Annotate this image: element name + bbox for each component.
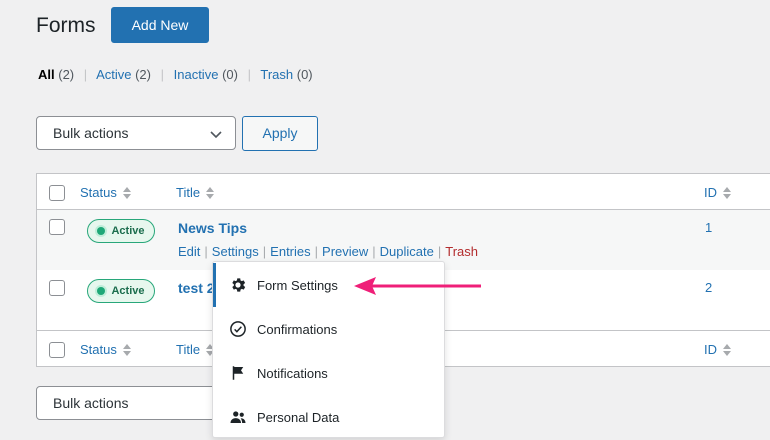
filter-separator: | [160, 67, 164, 82]
bulk-actions-label: Bulk actions [53, 395, 129, 411]
table-header: Status Title ID [37, 174, 770, 210]
apply-button[interactable]: Apply [242, 116, 318, 151]
title-column-header[interactable]: Title [176, 342, 215, 357]
form-title-link[interactable]: News Tips [178, 220, 247, 236]
menu-item-label: Notifications [257, 365, 328, 381]
id-column-label: ID [704, 185, 717, 200]
menu-item-label: Confirmations [257, 321, 338, 337]
title-column-label: Title [176, 342, 201, 357]
chevron-down-icon [210, 131, 222, 139]
action-separator: | [204, 244, 208, 259]
id-column-header[interactable]: ID [704, 342, 731, 357]
status-filter-links: All (2) | Active (2) | Inactive (0) | Tr… [38, 67, 313, 82]
bulk-actions-label: Bulk actions [53, 125, 129, 141]
filter-trash-count: (0) [296, 67, 313, 82]
row-actions: Edit | Settings | Entries | Preview | Duplicate |… [178, 244, 478, 259]
select-all-checkbox[interactable] [49, 185, 65, 201]
preview-link[interactable]: Preview [322, 244, 368, 259]
status-badge-label: Active [111, 225, 145, 237]
filter-inactive-link[interactable]: Inactive [174, 67, 219, 82]
entries-link[interactable]: Entries [270, 244, 310, 259]
status-column-label: Status [80, 342, 117, 357]
filter-all-count: (2) [58, 67, 75, 82]
bulk-actions-select-top[interactable]: Bulk actions [36, 116, 236, 150]
filter-inactive-count: (0) [222, 67, 238, 82]
settings-link[interactable]: Settings [212, 244, 259, 259]
page-title: Forms [36, 14, 96, 37]
status-badge-label: Active [111, 285, 145, 297]
add-new-button[interactable]: Add New [111, 7, 209, 43]
menu-item-personal-data[interactable]: Personal Data [213, 395, 444, 439]
action-separator: | [437, 244, 442, 259]
id-column-label: ID [704, 342, 717, 357]
form-id-link[interactable]: 2 [705, 280, 712, 295]
menu-item-label: Form Settings [257, 277, 338, 293]
filter-trash-link[interactable]: Trash [260, 67, 293, 82]
edit-link[interactable]: Edit [178, 244, 200, 259]
filter-separator: | [83, 67, 88, 82]
flag-icon [232, 366, 244, 380]
sort-icon [122, 343, 131, 357]
action-separator: | [262, 244, 267, 259]
users-icon [230, 411, 246, 423]
check-circle-icon [230, 321, 246, 337]
status-badge[interactable]: Active [87, 219, 155, 243]
title-column-header[interactable]: Title [176, 185, 215, 200]
form-id-link[interactable]: 1 [705, 220, 712, 235]
row-checkbox[interactable] [49, 280, 65, 296]
gear-icon [232, 278, 246, 292]
status-column-header[interactable]: Status [80, 185, 131, 200]
filter-active-link[interactable]: Active [96, 67, 131, 82]
title-column-label: Title [176, 185, 201, 200]
form-title-link[interactable]: test 2 [178, 280, 215, 296]
row-checkbox[interactable] [49, 219, 65, 235]
status-badge[interactable]: Active [87, 279, 155, 303]
status-dot-icon [97, 287, 106, 295]
trash-link[interactable]: Trash [445, 244, 478, 259]
status-column-header[interactable]: Status [80, 342, 131, 357]
sort-icon [206, 186, 215, 200]
sort-icon [122, 186, 131, 200]
sort-icon [723, 343, 731, 357]
annotation-arrow-icon [354, 277, 481, 295]
bulk-actions-select-bottom[interactable]: Bulk actions [36, 386, 236, 420]
status-dot-icon [97, 227, 106, 235]
menu-item-notifications[interactable]: Notifications [213, 351, 444, 395]
select-all-checkbox[interactable] [49, 342, 65, 358]
action-separator: | [314, 244, 319, 259]
filter-active-count: (2) [135, 67, 151, 82]
sort-icon [723, 186, 731, 200]
menu-item-confirmations[interactable]: Confirmations [213, 307, 444, 351]
status-column-label: Status [80, 185, 117, 200]
id-column-header[interactable]: ID [704, 185, 731, 200]
menu-item-label: Personal Data [257, 409, 340, 425]
filter-separator: | [247, 67, 251, 82]
action-separator: | [372, 244, 376, 259]
filter-all-link[interactable]: All [38, 67, 55, 82]
duplicate-link[interactable]: Duplicate [380, 244, 434, 259]
